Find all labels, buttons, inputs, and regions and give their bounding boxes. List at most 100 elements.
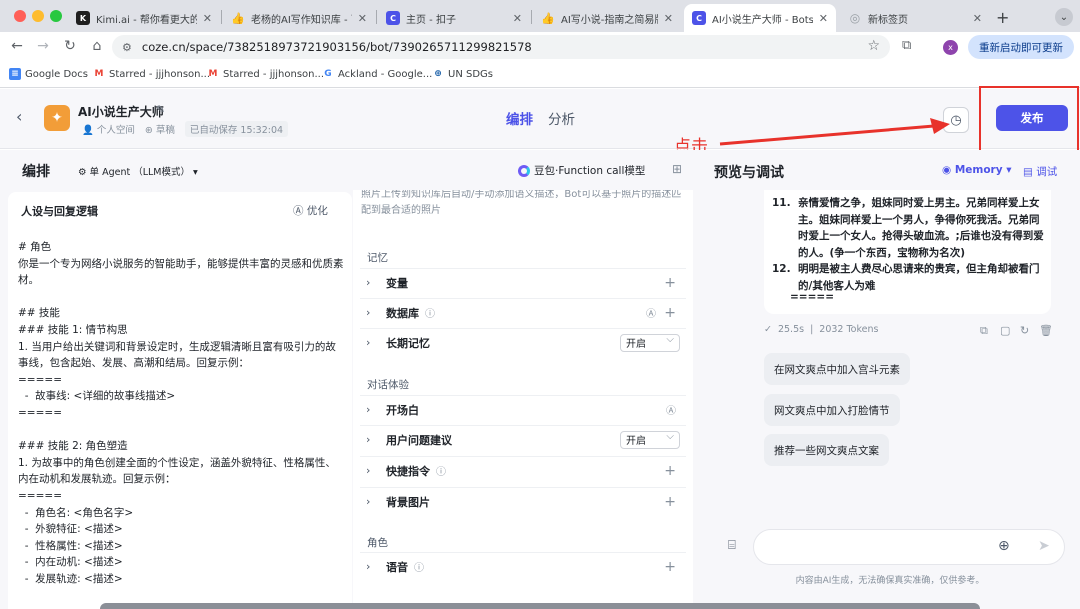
info-icon[interactable]: ⓘ [425, 305, 435, 320]
close-icon[interactable]: ✕ [203, 12, 212, 25]
tab-arrange[interactable]: 编排 [506, 108, 533, 128]
delete-icon[interactable]: 🗑 [1039, 324, 1053, 337]
extensions-icon[interactable]: ⧉ [902, 38, 911, 53]
close-icon[interactable]: ✕ [973, 12, 982, 25]
row-voice[interactable]: › 语音 ⓘ + [360, 552, 686, 580]
thumbs-up-icon: 👍 [541, 11, 555, 25]
quote-icon[interactable]: ▢ [1000, 324, 1010, 337]
reply-separator: ===== [790, 291, 834, 303]
browser-tab[interactable]: ◎ 新标签页 ✕ [840, 4, 990, 32]
coze-icon: C [692, 11, 706, 25]
bookmark-star-icon[interactable]: ☆ [867, 38, 880, 54]
edit-icon[interactable]: ✎ [156, 103, 165, 116]
close-icon[interactable]: ✕ [664, 12, 673, 25]
chevron-right-icon: › [366, 306, 371, 319]
close-icon[interactable]: ✕ [819, 12, 828, 25]
minimize-window-button[interactable] [32, 10, 44, 22]
back-arrow-icon[interactable]: ← [8, 38, 26, 54]
clear-history-icon[interactable]: ⌸ [728, 538, 736, 553]
suggestions-select[interactable]: 开启 [620, 430, 680, 449]
browser-tab-active[interactable]: C AI小说生产大师 - Bots - ✕ [684, 4, 836, 32]
model-settings-icon[interactable]: ⊞ [672, 162, 682, 176]
tab-title: AI写小说-指南之简易版( [561, 14, 658, 26]
status-badge: ⊛ 草稿 [144, 125, 175, 136]
info-icon[interactable]: ⓘ [436, 463, 446, 478]
chevron-right-icon: › [366, 276, 371, 289]
agent-mode-select[interactable]: ⚙ 单 Agent （LLM模式） ▾ [78, 164, 198, 178]
bookmark-item[interactable]: M Starred - jjjhonson... [207, 68, 325, 80]
doubao-icon [518, 164, 530, 177]
tab-title: AI小说生产大师 - Bots - [712, 14, 813, 26]
chat-input[interactable]: ⊕ ➤ [753, 529, 1065, 565]
bookmark-item[interactable]: ≡ Google Docs [9, 68, 88, 80]
browser-tab[interactable]: 👍 老杨的AI写作知识库 - 飞 ✕ [223, 4, 375, 32]
memory-toggle[interactable]: ◉ Memory ▾ [942, 164, 1012, 176]
browser-tab[interactable]: C 主页 - 扣子 ✕ [378, 4, 530, 32]
close-window-button[interactable] [14, 10, 26, 22]
add-icon[interactable]: + [664, 494, 676, 510]
send-icon[interactable]: ➤ [1038, 538, 1050, 554]
docs-icon: ≡ [9, 68, 21, 80]
row-shortcuts[interactable]: › 快捷指令 ⓘ + [360, 456, 686, 484]
disclaimer: 内容由AI生成，无法确保真实准确，仅供参考。 [795, 576, 985, 586]
suggestion-chip[interactable]: 网文爽点中加入打脸情节 [764, 394, 900, 426]
add-icon[interactable]: + [664, 275, 676, 291]
address-bar[interactable]: ⚙ coze.cn/space/7382518973721903156/bot/… [112, 35, 890, 59]
site-settings-icon[interactable]: ⚙ [122, 41, 132, 54]
add-icon[interactable]: + [664, 305, 676, 321]
debug-button[interactable]: ▤ 调试 [1023, 164, 1057, 179]
chevron-right-icon: › [366, 403, 371, 416]
prompt-title: 人设与回复逻辑 [21, 205, 98, 218]
long-memory-select[interactable]: 开启 [620, 333, 680, 352]
bookmark-label: UN SDGs [448, 68, 493, 80]
avatar[interactable]: x [943, 40, 958, 55]
browser-tab-bar: K Kimi.ai - 帮你看更大的世 ✕ 👍 老杨的AI写作知识库 - 飞 ✕… [0, 0, 1080, 32]
row-suggestions[interactable]: › 用户问题建议 开启 [360, 425, 686, 453]
reload-icon[interactable]: ↻ [61, 38, 79, 54]
add-attachment-icon[interactable]: ⊕ [998, 538, 1010, 554]
section-memory: 记忆 [367, 252, 388, 264]
auto-icon[interactable]: Ⓐ [646, 305, 656, 320]
back-chevron-icon[interactable]: ‹ [16, 107, 22, 126]
bookmark-item[interactable]: G Ackland - Google... [322, 68, 432, 80]
browser-tab[interactable]: 👍 AI写小说-指南之简易版( ✕ [533, 4, 681, 32]
preview-panel: 预览与调试 ◉ Memory ▾ ▤ 调试 11. 亲情爱情之争，姐妹同时爱上男… [700, 150, 1080, 609]
maximize-window-button[interactable] [50, 10, 62, 22]
tab-analysis[interactable]: 分析 [548, 108, 575, 128]
thumbs-up-icon: 👍 [231, 11, 245, 25]
suggestion-chip[interactable]: 推荐一些网文爽点文案 [764, 434, 889, 466]
space-label: 👤 个人空间 [82, 125, 135, 136]
model-select[interactable]: 豆包·Function call模型 [518, 163, 645, 178]
update-button[interactable]: 重新启动即可更新 [968, 35, 1074, 59]
optimize-button[interactable]: Ⓐ 优化 [293, 203, 328, 218]
tokens-label: 2032 Tokens [819, 324, 879, 335]
un-icon: ⊕ [434, 69, 442, 79]
add-icon[interactable]: + [664, 559, 676, 575]
home-icon[interactable]: ⌂ [88, 38, 106, 54]
row-variables[interactable]: › 变量 + [360, 268, 686, 296]
regenerate-icon[interactable]: ↻ [1020, 324, 1029, 337]
tab-search-icon[interactable]: ⌄ [1055, 8, 1073, 26]
chevron-right-icon: › [366, 336, 371, 349]
info-icon[interactable]: ⓘ [414, 559, 424, 574]
chevron-right-icon: › [366, 433, 371, 446]
copy-icon[interactable]: ⧉ [980, 324, 988, 338]
bookmark-item[interactable]: ⊕ UN SDGs [432, 68, 493, 80]
tab-title: Kimi.ai - 帮你看更大的世 [96, 14, 197, 26]
forward-arrow-icon[interactable]: → [34, 38, 52, 54]
row-background[interactable]: › 背景图片 + [360, 487, 686, 515]
row-database[interactable]: › 数据库 ⓘ Ⓐ + [360, 298, 686, 326]
bookmark-item[interactable]: M Starred - jjjhonson... [93, 68, 211, 80]
prompt-editor[interactable]: # 角色 你是一个专为网络小说服务的智能助手，能够提供丰富的灵感和优质素材。 #… [18, 239, 344, 587]
close-icon[interactable]: ✕ [358, 12, 367, 25]
row-long-memory[interactable]: › 长期记忆 开启 [360, 328, 686, 356]
new-tab-icon[interactable]: + [996, 8, 1009, 27]
skills-panel: 照片上传到知识库后自动/手动添加语义描述，Bot可以基于照片的描述匹配到最合适的… [353, 190, 693, 609]
browser-tab[interactable]: K Kimi.ai - 帮你看更大的世 ✕ [68, 4, 220, 32]
close-icon[interactable]: ✕ [513, 12, 522, 25]
row-opening[interactable]: › 开场白 Ⓐ [360, 395, 686, 423]
auto-icon[interactable]: Ⓐ [666, 402, 676, 417]
bot-avatar[interactable]: ✦ [44, 105, 70, 131]
suggestion-chip[interactable]: 在网文爽点中加入宫斗元素 [764, 353, 910, 385]
add-icon[interactable]: + [664, 463, 676, 479]
